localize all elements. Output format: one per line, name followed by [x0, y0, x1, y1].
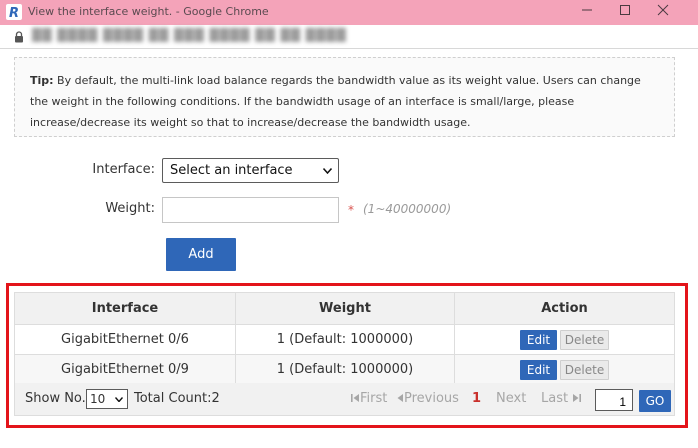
first-page-icon	[351, 394, 359, 402]
edit-button[interactable]: Edit	[520, 359, 557, 380]
tip-box: Tip: By default, the multi-link load bal…	[14, 57, 675, 137]
interface-select[interactable]: Select an interface	[162, 158, 339, 183]
minimize-button[interactable]	[570, 0, 604, 25]
weight-table: Interface Weight Action GigabitEthernet …	[14, 292, 675, 385]
next-page-link[interactable]: Next	[496, 391, 526, 406]
total-count: Total Count:2	[134, 391, 220, 406]
cell-interface: GigabitEthernet 0/9	[14, 354, 236, 385]
previous-page-icon	[397, 394, 403, 402]
close-button[interactable]	[646, 0, 680, 25]
previous-page-label: Previous	[404, 391, 459, 406]
page-size-select[interactable]: 10	[86, 389, 128, 409]
first-page-link[interactable]: First	[351, 391, 387, 406]
weight-range-hint: (1~40000000)	[363, 202, 452, 216]
add-button[interactable]: Add	[166, 238, 236, 271]
app-logo-icon: R	[6, 4, 22, 20]
cell-interface: GigabitEthernet 0/6	[14, 324, 236, 355]
header-interface: Interface	[14, 292, 236, 325]
header-action: Action	[454, 292, 675, 325]
svg-text:R: R	[9, 6, 19, 20]
cell-weight: 1 (Default: 1000000)	[235, 354, 455, 385]
cell-action: Edit Delete	[454, 354, 675, 385]
page-size-value: 10	[90, 392, 106, 406]
cell-action: Edit Delete	[454, 324, 675, 355]
minimize-icon	[582, 9, 592, 11]
tip-label: Tip:	[30, 74, 54, 87]
table-row: GigabitEthernet 0/9 1 (Default: 1000000)…	[14, 354, 675, 385]
last-page-link[interactable]: Last	[541, 391, 582, 406]
interface-label: Interface:	[92, 162, 155, 177]
required-marker: *	[348, 203, 354, 217]
page-number-input[interactable]	[595, 389, 633, 411]
delete-button[interactable]: Delete	[560, 329, 609, 350]
url-text: ██ ████ ████ ██ ███ ████ ██ ██ ████	[32, 28, 347, 42]
weight-input[interactable]	[162, 197, 339, 223]
window-title: View the interface weight. - Google Chro…	[28, 5, 269, 18]
last-page-label: Last	[541, 391, 569, 406]
first-page-label: First	[360, 391, 388, 406]
address-bar[interactable]: ██ ████ ████ ██ ███ ████ ██ ██ ████	[0, 25, 698, 49]
show-number-label: Show No.:	[25, 391, 91, 406]
window-titlebar: R View the interface weight. - Google Ch…	[0, 0, 698, 25]
weight-label: Weight:	[105, 201, 155, 216]
tip-text: By default, the multi-link load balance …	[30, 74, 641, 129]
cell-weight: 1 (Default: 1000000)	[235, 324, 455, 355]
interface-select-value: Select an interface	[170, 163, 293, 178]
chevron-down-icon	[115, 397, 123, 402]
table-row: GigabitEthernet 0/6 1 (Default: 1000000)…	[14, 324, 675, 355]
go-button[interactable]: GO	[639, 390, 671, 412]
maximize-button[interactable]	[608, 0, 642, 25]
table-header-row: Interface Weight Action	[14, 292, 675, 325]
header-weight: Weight	[235, 292, 455, 325]
previous-page-link[interactable]: Previous	[397, 391, 459, 406]
last-page-icon	[573, 394, 582, 402]
delete-button[interactable]: Delete	[560, 359, 609, 380]
lock-icon	[15, 31, 23, 43]
pagination-bar: Show No.: 10 Total Count:2 First Previou…	[14, 383, 675, 416]
chevron-down-icon	[323, 168, 332, 174]
edit-button[interactable]: Edit	[520, 329, 557, 350]
close-icon	[657, 4, 669, 16]
current-page-number[interactable]: 1	[472, 391, 481, 406]
maximize-icon	[620, 5, 630, 15]
